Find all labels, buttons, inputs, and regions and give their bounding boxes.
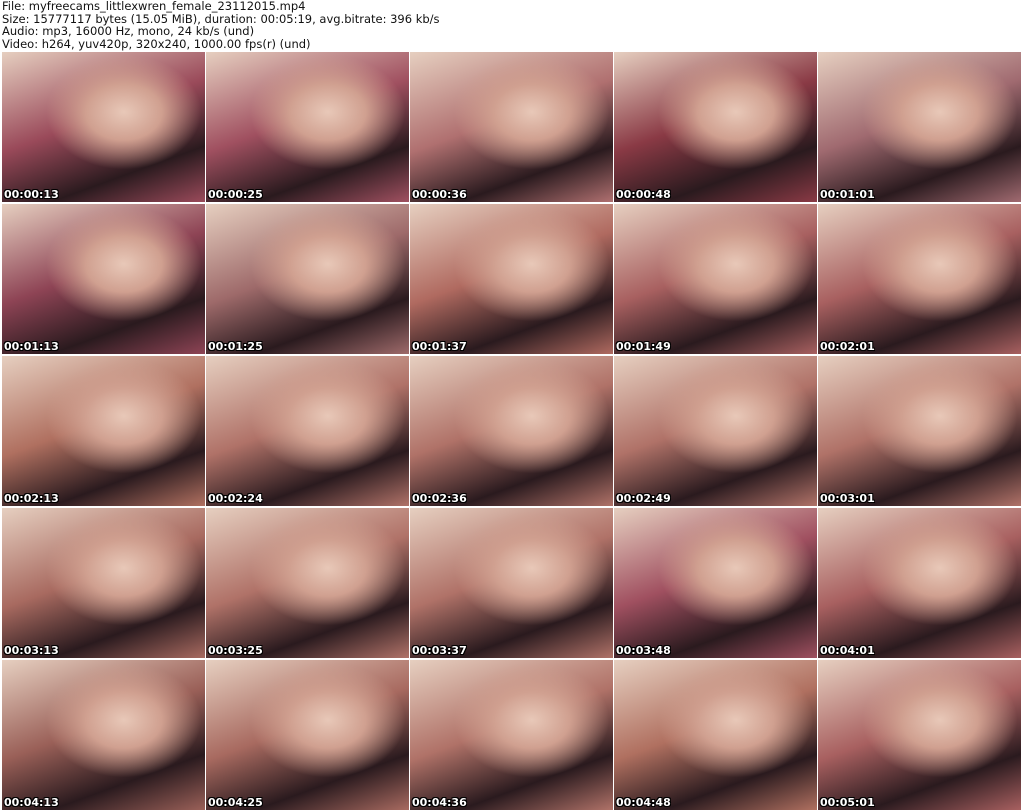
thumbnail-frame: 00:03:13 [2,508,205,658]
thumbnail-frame: 00:01:49 [614,204,817,354]
timestamp-label: 00:01:49 [616,340,671,353]
thumbnail-frame: 00:04:36 [410,660,613,810]
thumbnail-frame: 00:04:25 [206,660,409,810]
timestamp-label: 00:04:25 [208,796,263,809]
thumbnail-frame: 00:02:24 [206,356,409,506]
thumbnail-frame: 00:02:13 [2,356,205,506]
timestamp-label: 00:04:01 [820,644,875,657]
thumbnail-frame: 00:03:48 [614,508,817,658]
thumbnail-frame: 00:03:25 [206,508,409,658]
timestamp-label: 00:03:25 [208,644,263,657]
timestamp-label: 00:03:48 [616,644,671,657]
timestamp-label: 00:01:13 [4,340,59,353]
thumbnail-frame: 00:04:48 [614,660,817,810]
timestamp-label: 00:03:01 [820,492,875,505]
thumbnail-frame: 00:02:49 [614,356,817,506]
thumbnail-frame: 00:01:25 [206,204,409,354]
timestamp-label: 00:04:48 [616,796,671,809]
timestamp-label: 00:00:25 [208,188,263,201]
file-name: File: myfreecams_littlexwren_female_2311… [2,0,306,13]
timestamp-label: 00:02:24 [208,492,263,505]
thumbnail-grid: 00:00:13 00:00:25 00:00:36 00:00:48 00:01:01… [2,52,1021,810]
audio-info: Audio: mp3, 16000 Hz, mono, 24 kb/s (und… [2,24,255,38]
timestamp-label: 00:02:49 [616,492,671,505]
timestamp-label: 00:01:25 [208,340,263,353]
timestamp-label: 00:03:13 [4,644,59,657]
thumbnail-frame: 00:01:37 [410,204,613,354]
video-info: Video: h264, yuv420p, 320x240, 1000.00 f… [2,36,311,51]
thumbnail-frame: 00:05:01 [818,660,1021,810]
timestamp-label: 00:01:37 [412,340,467,353]
thumbnail-frame: 00:01:01 [818,52,1021,202]
timestamp-label: 00:00:48 [616,188,671,201]
thumbnail-frame: 00:00:48 [614,52,817,202]
timestamp-label: 00:05:01 [820,796,875,809]
timestamp-label: 00:02:36 [412,492,467,505]
thumbnail-frame: 00:04:13 [2,660,205,810]
timestamp-label: 00:04:13 [4,796,59,809]
thumbnail-frame: 00:03:01 [818,356,1021,506]
timestamp-label: 00:00:13 [4,188,59,201]
timestamp-label: 00:02:01 [820,340,875,353]
thumbnail-frame: 00:01:13 [2,204,205,354]
timestamp-label: 00:01:01 [820,188,875,201]
timestamp-label: 00:02:13 [4,492,59,505]
timestamp-label: 00:04:36 [412,796,467,809]
thumbnail-frame: 00:00:36 [410,52,613,202]
file-info-header: File: myfreecams_littlexwren_female_2311… [2,0,440,50]
thumbnail-frame: 00:02:36 [410,356,613,506]
thumbnail-frame: 00:00:25 [206,52,409,202]
thumbnail-frame: 00:03:37 [410,508,613,658]
timestamp-label: 00:03:37 [412,644,467,657]
thumbnail-frame: 00:00:13 [2,52,205,202]
timestamp-label: 00:00:36 [412,188,467,201]
thumbnail-frame: 00:02:01 [818,204,1021,354]
thumbnail-frame: 00:04:01 [818,508,1021,658]
